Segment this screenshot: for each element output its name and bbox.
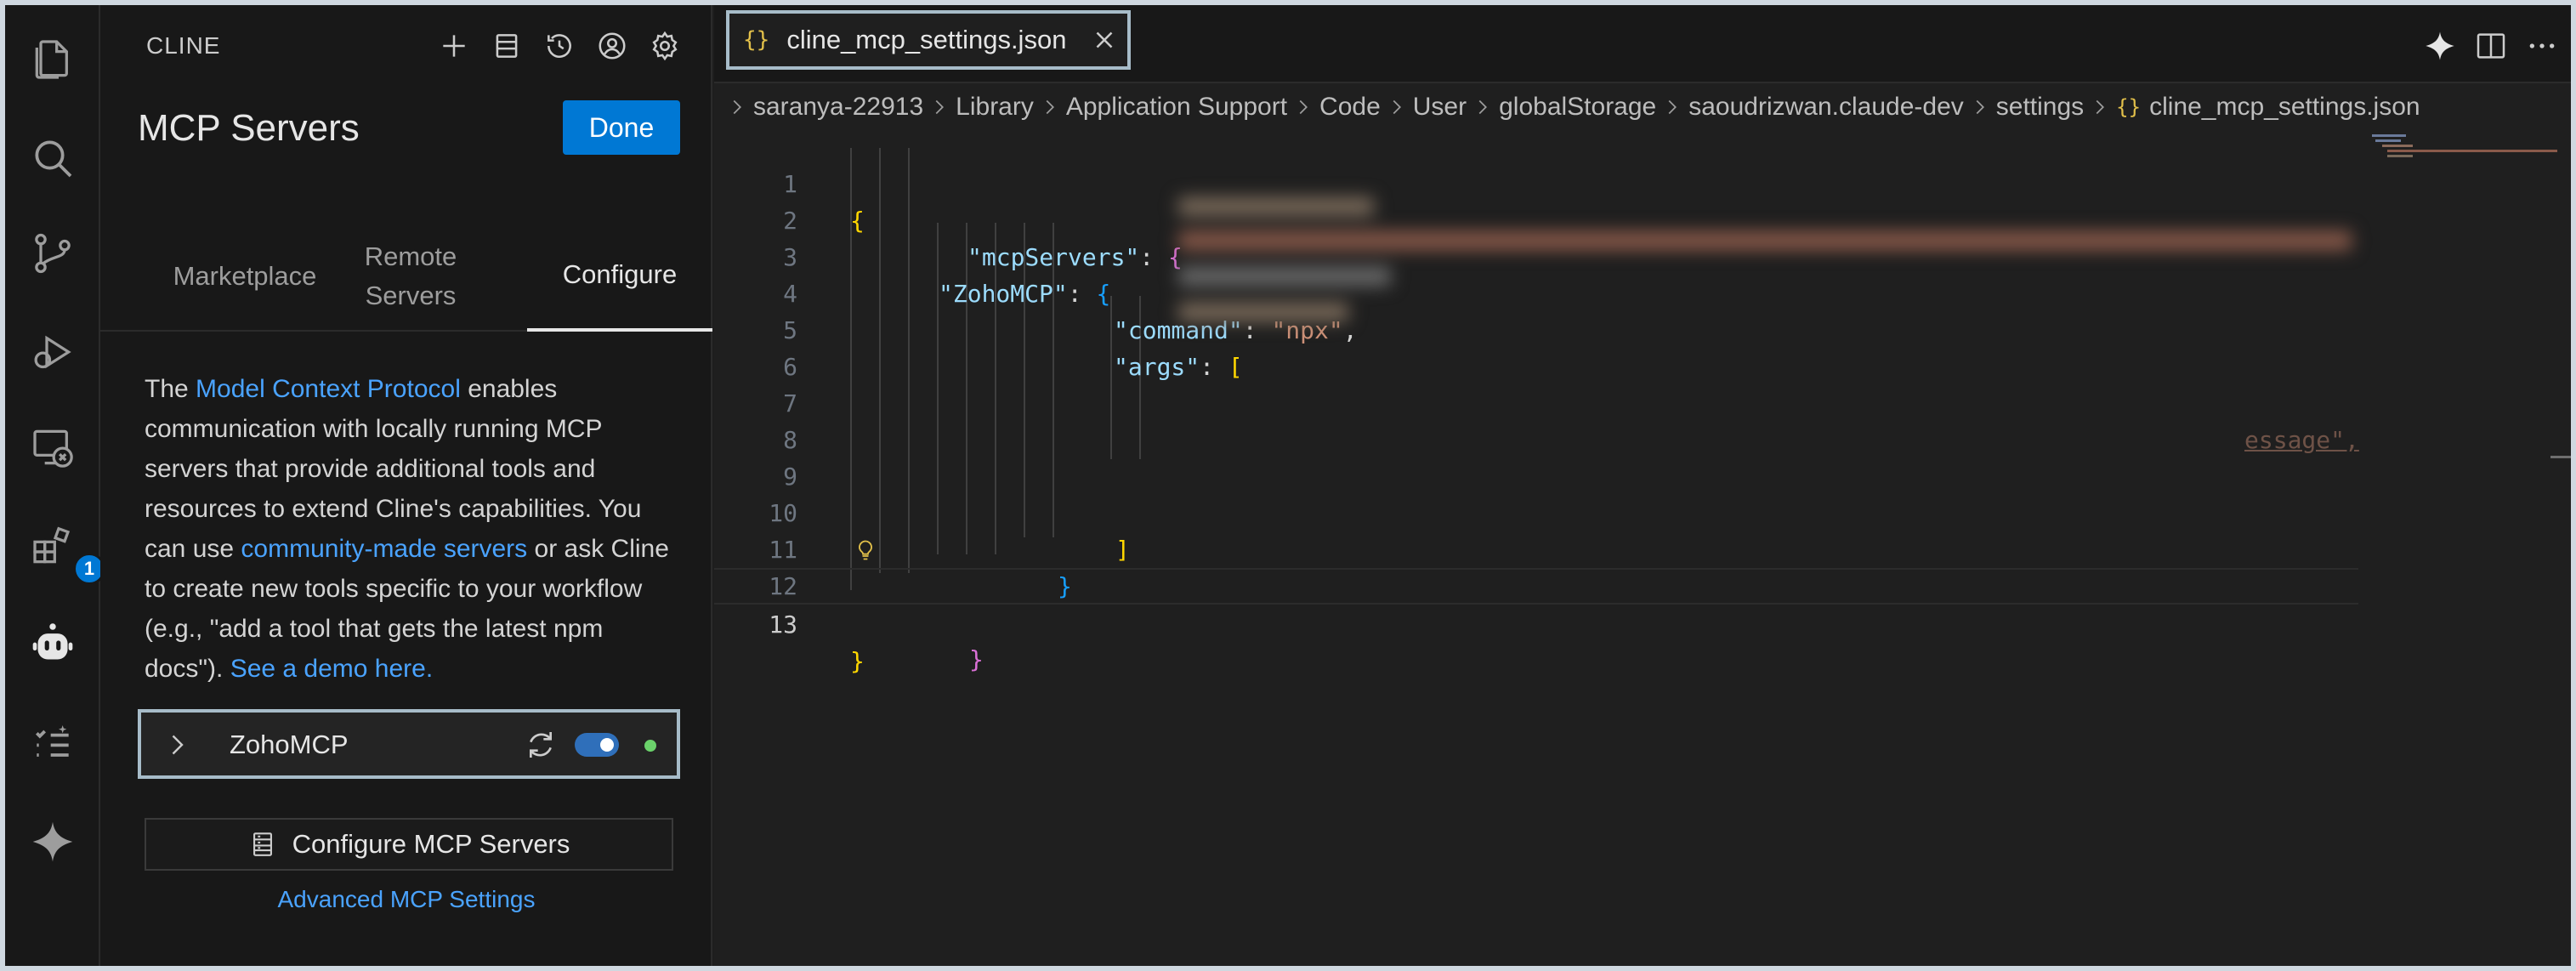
breadcrumb-item[interactable]: saranya-22913 [753,93,923,122]
tab-remote-servers[interactable]: Remote Servers [355,221,466,332]
mcp-servers-title: MCP Servers [138,107,360,149]
minimap-line [2387,150,2557,152]
redacted-block [1178,267,1391,286]
line-number: 13 [769,610,797,639]
code-line: 1 { [714,129,2358,235]
chevron-right-icon [1046,99,1054,115]
panel-title: CLINE [146,32,221,59]
code-line: 10 ] [714,458,2358,564]
minimap-line [2382,145,2413,147]
advanced-mcp-settings-link[interactable]: Advanced MCP Settings [100,886,712,913]
toggle-knob [600,738,614,752]
panel-header: CLINE [100,5,712,87]
cline-robot-icon[interactable] [27,619,78,670]
cline-side-panel: CLINE MCP Servers Done Marketplace Remot… [100,5,712,966]
breadcrumb-item[interactable]: cline_mcp_settings.json [2149,93,2420,122]
mcp-description: The Model Context Protocol enables commu… [145,369,672,689]
code-token: } [850,647,865,675]
sparkle-icon[interactable] [27,816,78,867]
extensions-icon[interactable]: 1 [27,520,105,585]
breadcrumb-item[interactable]: Code [1319,93,1381,122]
minimap-line [2372,134,2406,137]
remote-explorer-icon[interactable] [27,422,78,473]
json-file-icon: {} [2116,95,2142,119]
code-line: 7 essage", [714,349,2359,454]
desc-text: The [145,375,196,403]
account-icon[interactable] [593,27,631,65]
server-status-dot [644,740,656,752]
breadcrumb-item[interactable]: settings [1996,93,2084,122]
configure-mcp-servers-button[interactable]: Configure MCP Servers [145,818,673,871]
demo-link[interactable]: See a demo here. [230,655,434,683]
chevron-right-icon[interactable] [162,728,192,762]
close-icon[interactable] [1090,26,1119,54]
plus-icon[interactable] [435,27,473,65]
minimap[interactable] [2358,129,2571,894]
redacted-args [1170,189,2360,333]
mcp-tabs: Marketplace Remote Servers Configure [100,221,712,332]
redacted-block [1178,197,1374,216]
history-icon[interactable] [541,27,578,65]
minimap-line [2387,155,2413,157]
source-control-icon[interactable] [27,228,78,279]
chevron-right-icon [1976,99,1984,115]
activity-bar: 1 [5,5,105,966]
redacted-block [1178,303,1348,321]
breadcrumb: saranya-22913 Library Application Suppor… [721,87,2420,128]
task-list-icon[interactable] [27,718,78,769]
tab-marketplace[interactable]: Marketplace [168,221,321,332]
editor-tab-settings-json[interactable]: {} cline_mcp_settings.json [726,10,1131,70]
configure-button-label: Configure MCP Servers [292,829,570,859]
breadcrumb-item[interactable]: saoudrizwan.claude-dev [1688,93,1964,122]
code-line: 9 [714,422,2358,491]
server-stack-icon [252,832,272,856]
refresh-icon[interactable] [524,728,558,762]
tab-label: cline_mcp_settings.json [786,25,1067,54]
code-line: 8 [714,385,2358,454]
done-button[interactable]: Done [563,100,680,155]
server-row-zohomcp[interactable]: ZohoMCP [138,709,680,779]
breadcrumb-item[interactable]: Application Support [1066,93,1287,122]
model-context-protocol-link[interactable]: Model Context Protocol [196,375,461,403]
chevron-right-icon [1299,99,1308,115]
history-db-icon[interactable] [488,27,525,65]
scrollbar-marker[interactable] [2550,456,2571,458]
more-actions-icon[interactable] [2525,29,2559,63]
redacted-block [1178,231,2352,250]
chevron-right-icon [1668,99,1677,115]
tab-configure[interactable]: Configure [527,221,712,332]
json-file-icon: {} [743,27,770,53]
split-editor-icon[interactable] [2474,29,2508,63]
community-servers-link[interactable]: community-made servers [241,535,527,563]
code-line: 12 } [714,531,2358,673]
chevron-right-icon [1478,99,1488,115]
chevron-right-icon [733,99,741,115]
code-line: 11 } [714,495,2358,600]
code-token: } [969,645,984,673]
vscode-window: 1 CLINE MCP Servers Done Marketplace Rem… [5,5,2571,966]
copilot-sparkle-icon[interactable] [2423,29,2457,63]
editor-tabbar: {} cline_mcp_settings.json [714,5,2571,83]
editor-area: {} cline_mcp_settings.json saranya-22913… [714,5,2571,966]
code-line-current: 13 } [714,568,2358,675]
minimap-line [2375,139,2401,142]
chevron-right-icon [2096,99,2105,115]
chevron-right-icon [935,99,945,115]
server-enable-toggle[interactable] [575,733,619,757]
breadcrumb-item[interactable]: globalStorage [1499,93,1656,122]
lightbulb-icon[interactable] [854,538,877,562]
chevron-right-icon [1393,99,1401,115]
breadcrumb-item[interactable]: User [1413,93,1467,122]
gear-icon[interactable] [646,27,684,65]
run-debug-icon[interactable] [27,327,78,378]
server-name: ZohoMCP [230,730,349,759]
search-icon[interactable] [27,133,78,184]
files-icon[interactable] [27,34,78,85]
breadcrumb-item[interactable]: Library [956,93,1034,122]
